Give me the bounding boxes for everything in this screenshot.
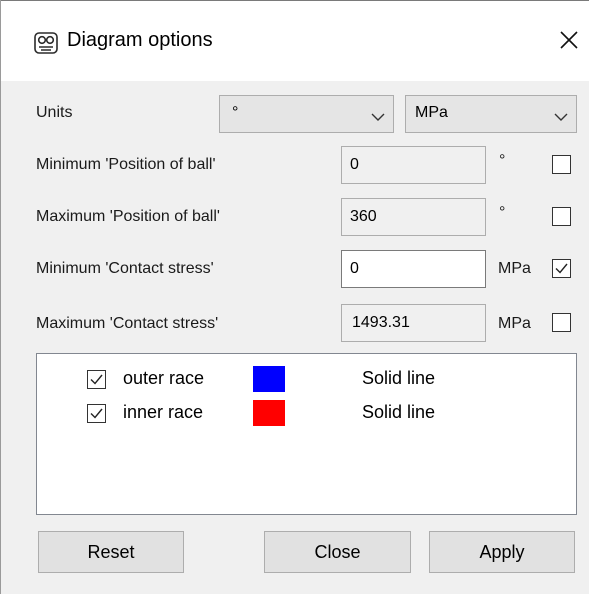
title-bar[interactable]: Diagram options: [1, 1, 589, 81]
checkmark-icon: [90, 408, 103, 419]
min-stress-label: Minimum 'Contact stress': [36, 260, 214, 277]
chevron-down-icon: [554, 109, 568, 121]
diagram-options-dialog: Diagram options Units ° MPa Minimum 'Pos…: [0, 0, 589, 594]
max-position-unit: °: [499, 204, 506, 221]
min-position-label: Minimum 'Position of ball': [36, 156, 216, 173]
angle-unit-value: °: [232, 104, 239, 121]
series-line-style[interactable]: Solid line: [362, 402, 435, 423]
window-border-left: [0, 0, 1, 594]
min-stress-value: 0: [350, 260, 359, 277]
reset-button[interactable]: Reset: [38, 531, 184, 573]
max-stress-label: Maximum 'Contact stress': [36, 315, 219, 332]
outer-race-checkbox[interactable]: [87, 370, 106, 389]
series-line-style[interactable]: Solid line: [362, 368, 435, 389]
stress-unit-dropdown[interactable]: MPa: [405, 95, 577, 133]
app-logo-icon: [34, 31, 58, 55]
max-position-field[interactable]: 360: [341, 198, 486, 236]
min-position-field[interactable]: 0: [341, 146, 486, 184]
min-stress-field[interactable]: 0: [341, 250, 486, 288]
units-label: Units: [36, 104, 73, 121]
max-position-label: Maximum 'Position of ball': [36, 208, 220, 225]
max-position-value: 360: [350, 208, 377, 225]
window-title: Diagram options: [67, 29, 213, 51]
inner-race-checkbox[interactable]: [87, 404, 106, 423]
outer-race-color-swatch[interactable]: [253, 366, 285, 392]
max-stress-field[interactable]: 1493.31: [341, 304, 486, 342]
checkmark-icon: [90, 374, 103, 385]
list-item-inner-race[interactable]: inner race Solid line: [37, 400, 576, 430]
min-position-value: 0: [350, 156, 359, 173]
min-position-unit: °: [499, 152, 506, 169]
close-icon[interactable]: [554, 25, 584, 55]
max-stress-value: 1493.31: [352, 314, 410, 331]
checkmark-icon: [555, 263, 568, 274]
min-stress-auto-checkbox[interactable]: [552, 259, 571, 278]
inner-race-color-swatch[interactable]: [253, 400, 285, 426]
chevron-down-icon: [371, 109, 385, 121]
list-item-outer-race[interactable]: outer race Solid line: [37, 366, 576, 396]
max-stress-unit: MPa: [498, 315, 531, 332]
max-position-auto-checkbox[interactable]: [552, 207, 571, 226]
series-name: inner race: [123, 402, 204, 422]
min-position-auto-checkbox[interactable]: [552, 155, 571, 174]
stress-unit-value: MPa: [415, 104, 448, 121]
series-name: outer race: [123, 368, 205, 388]
angle-unit-dropdown[interactable]: °: [219, 95, 394, 133]
close-button[interactable]: Close: [264, 531, 411, 573]
apply-button[interactable]: Apply: [429, 531, 575, 573]
max-stress-auto-checkbox[interactable]: [552, 313, 571, 332]
min-stress-unit: MPa: [498, 260, 531, 277]
series-list[interactable]: outer race Solid line inner race Solid l…: [36, 353, 577, 515]
